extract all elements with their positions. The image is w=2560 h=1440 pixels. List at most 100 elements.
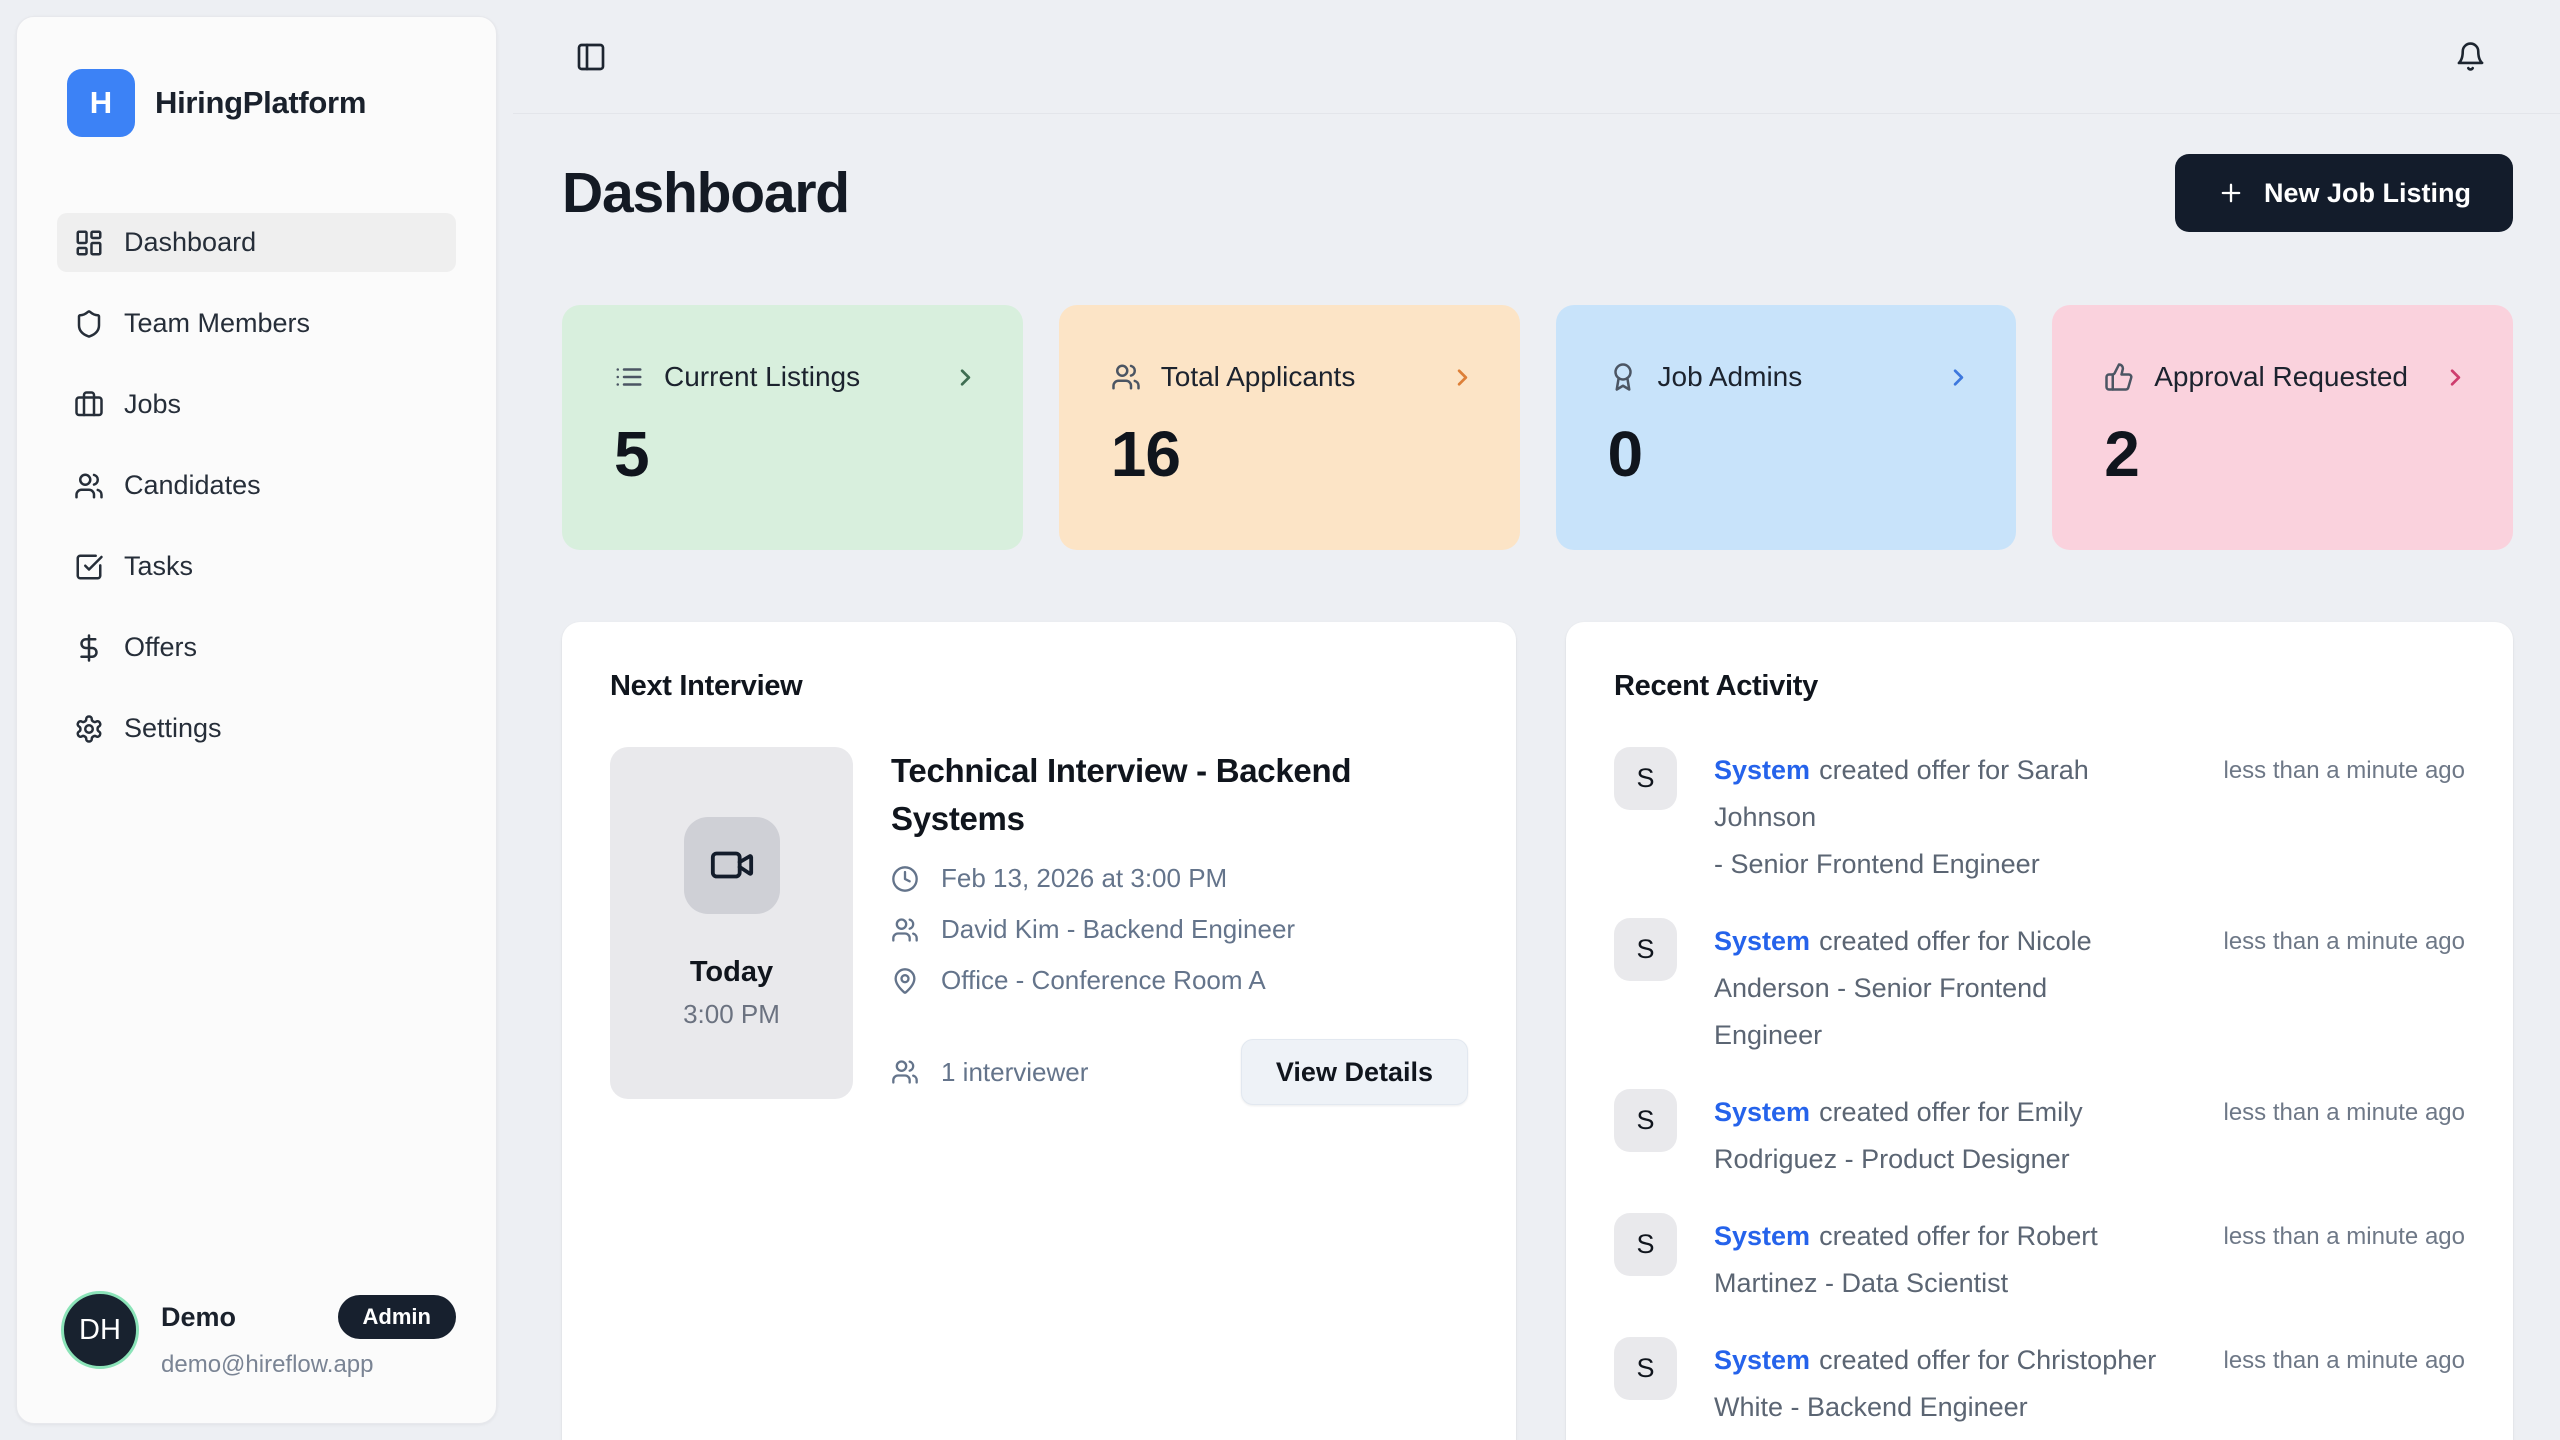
activity-list: S Systemcreated offer for Sarah Johnson … — [1614, 747, 2465, 1440]
app-logo: H — [67, 69, 135, 137]
activity-line: created offer for Christopher — [1819, 1345, 2156, 1375]
sidebar-item-tasks[interactable]: Tasks — [57, 537, 456, 596]
stat-label: Approval Requested — [2154, 361, 2408, 393]
sidebar-item-label: Tasks — [124, 551, 193, 582]
stat-value: 2 — [2104, 417, 2469, 491]
avatar: S — [1614, 1089, 1677, 1152]
plus-icon — [2217, 179, 2245, 207]
interview-day-label: Today — [690, 956, 773, 989]
video-icon — [684, 817, 780, 914]
activity-actor-link[interactable]: System — [1714, 926, 1810, 956]
activity-item: S System created offer for Robert Martine… — [1614, 1213, 2465, 1307]
sidebar-toggle-button[interactable] — [575, 41, 607, 73]
role-badge: Admin — [338, 1295, 456, 1339]
chevron-right-icon — [1449, 364, 1476, 391]
new-job-listing-button[interactable]: New Job Listing — [2175, 154, 2513, 232]
activity-line: Anderson - Senior Frontend Engineer — [1714, 973, 2047, 1050]
bell-icon — [2455, 41, 2486, 72]
interview-footer: 1 interviewer View Details — [891, 1039, 1468, 1105]
check-square-icon — [74, 552, 104, 582]
activity-actor-link[interactable]: System — [1714, 1097, 1810, 1127]
activity-line: - Senior Frontend Engineer — [1714, 849, 2040, 879]
interview-date-panel: Today 3:00 PM — [610, 747, 853, 1099]
avatar: S — [1614, 918, 1677, 981]
user-email: demo@hireflow.app — [161, 1351, 456, 1379]
app-name: HiringPlatform — [155, 85, 366, 121]
sidebar-item-label: Settings — [124, 713, 222, 744]
stat-label: Total Applicants — [1161, 361, 1356, 393]
sidebar-item-label: Jobs — [124, 389, 181, 420]
activity-actor-link[interactable]: System — [1714, 1345, 1810, 1375]
stat-value: 5 — [614, 417, 979, 491]
sidebar-nav: Dashboard Team Members Jobs Candidates — [57, 213, 456, 780]
activity-line: created offer for Emily — [1819, 1097, 2083, 1127]
avatar: S — [1614, 1213, 1677, 1276]
stat-value: 16 — [1111, 417, 1476, 491]
sidebar-item-offers[interactable]: Offers — [57, 618, 456, 677]
activity-line: created offer for Robert — [1819, 1221, 2098, 1251]
sidebar-item-settings[interactable]: Settings — [57, 699, 456, 758]
activity-line: Martinez - Data Scientist — [1714, 1268, 2008, 1298]
main-area: Dashboard New Job Listing Current Listin… — [513, 0, 2560, 1440]
clock-icon — [891, 865, 919, 893]
map-pin-icon — [891, 967, 919, 995]
user-name: Demo — [161, 1302, 236, 1333]
chevron-right-icon — [2442, 364, 2469, 391]
app-root: H HiringPlatform Dashboard Team Members — [0, 0, 2560, 1440]
activity-text: Systemcreated offer for Nicole Anderson … — [1714, 918, 2160, 1059]
user-card[interactable]: DH Demo Admin demo@hireflow.app — [57, 1291, 456, 1379]
interview-title: Technical Interview - Backend Systems — [891, 747, 1411, 843]
chevron-right-icon — [1945, 364, 1972, 391]
interview-location: Office - Conference Room A — [941, 965, 1266, 996]
topbar — [513, 0, 2560, 114]
activity-actor-link[interactable]: System — [1714, 1221, 1810, 1251]
panels-row: Next Interview Today 3:00 PM Technical I… — [562, 622, 2513, 1440]
activity-timestamp: less than a minute ago — [2197, 1089, 2465, 1127]
interview-body: Today 3:00 PM Technical Interview - Back… — [610, 747, 1468, 1105]
list-icon — [614, 362, 644, 392]
activity-text: System created offer for Christopher Whit… — [1714, 1337, 2160, 1431]
activity-item: S Systemcreated offer for Nicole Anderso… — [1614, 918, 2465, 1059]
briefcase-icon — [74, 390, 104, 420]
award-icon — [1608, 362, 1638, 392]
sidebar-item-jobs[interactable]: Jobs — [57, 375, 456, 434]
activity-line: Rodriguez - Product Designer — [1714, 1144, 2070, 1174]
stat-card-approval-requested[interactable]: Approval Requested 2 — [2052, 305, 2513, 550]
activity-text: System created offer for Robert Martinez … — [1714, 1213, 2160, 1307]
avatar: S — [1614, 747, 1677, 810]
user-info: Demo Admin demo@hireflow.app — [161, 1291, 456, 1379]
next-interview-card: Next Interview Today 3:00 PM Technical I… — [562, 622, 1516, 1440]
stat-label: Job Admins — [1658, 361, 1803, 393]
interview-details: Technical Interview - Backend Systems Fe… — [891, 747, 1468, 1105]
stat-card-current-listings[interactable]: Current Listings 5 — [562, 305, 1023, 550]
stat-card-total-applicants[interactable]: Total Applicants 16 — [1059, 305, 1520, 550]
recent-activity-card: Recent Activity S Systemcreated offer fo… — [1566, 622, 2513, 1440]
activity-line: White - Backend Engineer — [1714, 1392, 2028, 1422]
activity-actor-link[interactable]: System — [1714, 755, 1810, 785]
users-icon — [891, 1058, 919, 1086]
sidebar-item-label: Team Members — [124, 308, 310, 339]
shield-icon — [74, 309, 104, 339]
view-details-button[interactable]: View Details — [1241, 1039, 1468, 1105]
thumbs-up-icon — [2104, 362, 2134, 392]
interview-datetime: Feb 13, 2026 at 3:00 PM — [941, 863, 1227, 894]
content: Dashboard New Job Listing Current Listin… — [513, 154, 2560, 1440]
avatar: DH — [61, 1291, 139, 1369]
sidebar-item-dashboard[interactable]: Dashboard — [57, 213, 456, 272]
sidebar: H HiringPlatform Dashboard Team Members — [16, 16, 497, 1424]
activity-text: System created offer for Emily Rodriguez … — [1714, 1089, 2160, 1183]
new-job-listing-label: New Job Listing — [2264, 178, 2471, 209]
activity-timestamp: less than a minute ago — [2197, 747, 2465, 785]
sidebar-item-label: Candidates — [124, 470, 261, 501]
sidebar-item-team-members[interactable]: Team Members — [57, 294, 456, 353]
dollar-icon — [74, 633, 104, 663]
activity-item: S Systemcreated offer for Christopher Wh… — [1614, 1337, 2465, 1431]
activity-timestamp: less than a minute ago — [2197, 1337, 2465, 1375]
chevron-right-icon — [952, 364, 979, 391]
brand: H HiringPlatform — [57, 69, 456, 137]
notifications-button[interactable] — [2455, 41, 2486, 72]
sidebar-item-candidates[interactable]: Candidates — [57, 456, 456, 515]
next-interview-title: Next Interview — [610, 670, 1468, 703]
recent-activity-title: Recent Activity — [1614, 670, 2465, 703]
stat-card-job-admins[interactable]: Job Admins 0 — [1556, 305, 2017, 550]
